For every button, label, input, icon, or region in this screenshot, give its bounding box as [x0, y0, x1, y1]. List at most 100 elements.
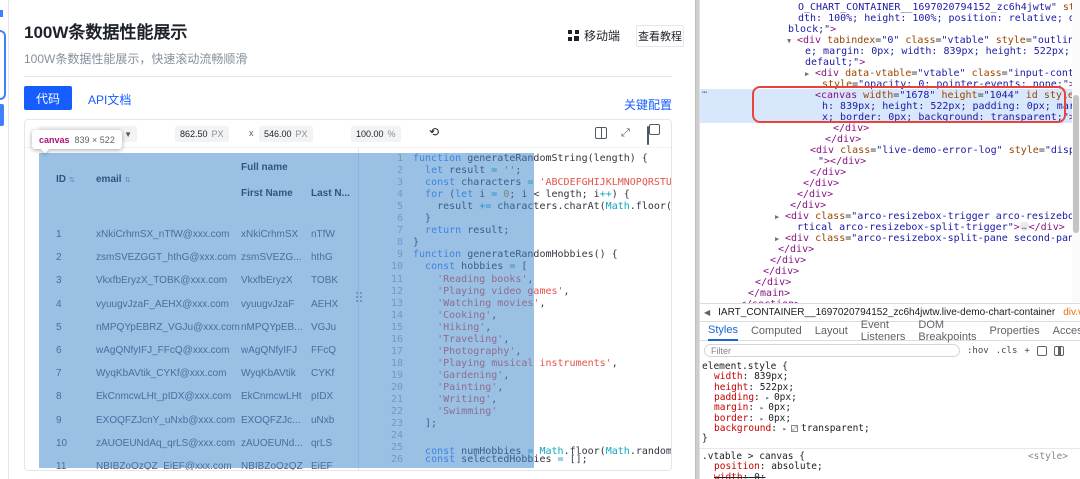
table-row[interactable]: 1xNkiCrhmSX_nTfW@xxx.comxNkiCrhmSXnTfW	[25, 205, 358, 228]
code-line[interactable]: 16 'Traveling',	[359, 334, 671, 346]
code-line[interactable]: 13 'Watching movies',	[359, 298, 671, 310]
code-line[interactable]: 25 const numHobbies = Math.floor(Math.ra…	[359, 442, 671, 454]
column-header-id[interactable]: ID⇅	[56, 174, 75, 185]
table-row[interactable]: 4vyuugvJzaF_AEHX@xxx.comvyuugvJzaFAEHX	[25, 275, 358, 298]
dom-tree-line[interactable]: </div>	[700, 189, 1072, 200]
code-editor[interactable]: 1function generateRandomString(length) {…	[359, 148, 671, 470]
code-line[interactable]: 6 }	[359, 213, 671, 225]
element-state-icon[interactable]	[1037, 346, 1047, 356]
fullscreen-expand-icon[interactable]: ⤢	[621, 127, 633, 139]
dom-tree-line[interactable]: </div>	[700, 244, 1072, 255]
breadcrumb-left-arrow-icon[interactable]: ◀	[704, 308, 710, 317]
devtools-tab-accessibility[interactable]: Accessibility	[1053, 322, 1080, 341]
dom-tree-line[interactable]: default;">	[700, 57, 1072, 68]
devtools-tab-properties[interactable]: Properties	[989, 322, 1039, 341]
dom-tree-line[interactable]: </div>	[700, 167, 1072, 178]
new-style-rule-icon[interactable]: +	[1024, 346, 1029, 356]
code-line[interactable]: 20 'Painting',	[359, 382, 671, 394]
code-line[interactable]: 17 'Photography',	[359, 346, 671, 358]
table-row[interactable]: 10zAUOEUNdAq_qrLS@xxx.comzAUOEUNd...qrLS	[25, 414, 358, 437]
rotate-screen-icon[interactable]: ⟲	[429, 125, 439, 139]
dom-tree-line[interactable]: style="opacity: 0; pointer-events: none;…	[700, 79, 1072, 90]
dom-tree-line[interactable]: h: 839px; height: 522px; padding: 0px; m…	[700, 101, 1072, 112]
code-line[interactable]: 2 let result = '';	[359, 165, 671, 177]
code-line[interactable]: 10 const hobbies = [	[359, 261, 671, 273]
devtools-tab-event-listeners[interactable]: Event Listeners	[861, 322, 906, 341]
copy-code-icon[interactable]	[647, 127, 659, 139]
tab-code[interactable]: 代码	[24, 86, 72, 110]
vtable-canvas[interactable]: ID⇅ email⇅ Full name First Name Last N..…	[25, 148, 358, 470]
sort-icon[interactable]: ⇅	[125, 177, 131, 184]
dom-tree-line[interactable]: </div>	[700, 266, 1072, 277]
height-input[interactable]: 546.00 PX	[259, 126, 313, 142]
table-row[interactable]: 11NBIBZoOzQZ_EiEF@xxx.comNBIBZoOzQZEiEF	[25, 437, 358, 460]
breadcrumb-div-vtable[interactable]: div.vtable	[1063, 307, 1080, 318]
styles-pane[interactable]: element.style {width: 839px;height: 522p…	[700, 360, 1080, 479]
view-tutorial-button[interactable]: 查看教程	[636, 25, 684, 47]
devtools-tab-layout[interactable]: Layout	[815, 322, 848, 341]
dom-tree-line[interactable]: </div>	[700, 200, 1072, 211]
table-row[interactable]: 7WyqKbAVtik_CYKf@xxx.comWyqKbAVtikCYKf	[25, 344, 358, 367]
code-line[interactable]: 24	[359, 430, 671, 442]
toggle-hover-state[interactable]: :hov	[967, 346, 989, 356]
table-row[interactable]: 2zsmSVEZGGT_hthG@xxx.comzsmSVEZG...hthG	[25, 228, 358, 251]
code-line[interactable]: 15 'Hiking',	[359, 322, 671, 334]
breadcrumb-container[interactable]: IART_CONTAINER__1697020794152_zc6h4jwtw.…	[718, 307, 1055, 318]
zoom-input[interactable]: 100.00 %	[351, 126, 401, 142]
scrollbar-thumb[interactable]	[1073, 95, 1079, 233]
code-line[interactable]: 1function generateRandomString(length) {	[359, 153, 671, 165]
dom-tree-line[interactable]: dth: 100%; height: 100%; position: relat…	[700, 13, 1072, 24]
dom-tree-line[interactable]: </div>	[700, 123, 1072, 134]
dom-tree-line[interactable]: </div>	[700, 134, 1072, 145]
code-line[interactable]: 18 'Playing musical instruments',	[359, 358, 671, 370]
width-input[interactable]: 862.50 PX	[175, 126, 229, 142]
code-line[interactable]: 14 'Cooking',	[359, 310, 671, 322]
toggle-classes[interactable]: .cls	[996, 346, 1018, 356]
code-line[interactable]: 7 return result;	[359, 225, 671, 237]
style-declaration[interactable]: background: ▸ transparent;	[700, 424, 1080, 434]
dom-tree-line[interactable]: block;">	[700, 24, 1072, 35]
dom-tree-line[interactable]: ▼<div tabindex="0" class="vtable" style=…	[700, 35, 1072, 46]
dom-tree-line[interactable]: ▶<div class="arco-resizebox-trigger arco…	[700, 211, 1072, 222]
style-rule-close[interactable]: }	[700, 434, 1080, 444]
styles-filter-input[interactable]	[704, 344, 960, 357]
code-line[interactable]: 9function generateRandomHobbies() {	[359, 249, 671, 261]
sort-icon[interactable]: ⇅	[69, 177, 75, 184]
code-line[interactable]: 26 const selectedHobbies = [];	[359, 454, 671, 466]
devtools-tab-computed[interactable]: Computed	[751, 322, 802, 341]
code-line[interactable]: 5 result += characters.charAt(Math.floor…	[359, 201, 671, 213]
table-row[interactable]: 6wAgQNfyIFJ_FFcQ@xxx.comwAgQNfyIFJFFcQ	[25, 321, 358, 344]
table-row[interactable]: 9EXOQFZJcnY_uNxb@xxx.comEXOQFZJc...uNxb	[25, 391, 358, 414]
code-line[interactable]: 11 'Reading books',	[359, 274, 671, 286]
table-row[interactable]: 8EkCnmcwLHt_pIDX@xxx.comEkCnmcwLHtpIDX	[25, 367, 358, 390]
devtools-tab-styles[interactable]: Styles	[708, 322, 738, 341]
column-header-firstname[interactable]: First Name	[241, 188, 293, 199]
key-config-link[interactable]: 关键配置	[624, 96, 672, 113]
code-line[interactable]: 4 for (let i = 0; i < length; i++) {	[359, 189, 671, 201]
table-row[interactable]: 5nMPQYpEBRZ_VGJu@xxx.comnMPQYpEB...VGJu	[25, 298, 358, 321]
dom-tree-line[interactable]: <canvas width="1678" height="1044" id st…	[700, 90, 1072, 101]
code-line[interactable]: 21 'Writing',	[359, 394, 671, 406]
tab-api-docs[interactable]: API文档	[88, 91, 131, 108]
sidebar-item-fragment[interactable]	[0, 104, 4, 126]
column-header-lastname[interactable]: Last N...	[311, 188, 350, 199]
dom-tree-line[interactable]: </div>	[700, 277, 1072, 288]
column-header-fullname[interactable]: Full name	[241, 162, 288, 173]
elements-tree[interactable]: ⋯ O_CHART_CONTAINER__1697020794152_zc6h4…	[700, 0, 1072, 303]
code-line[interactable]: 12 'Playing video games',	[359, 286, 671, 298]
dom-tree-line[interactable]: O_CHART_CONTAINER__1697020794152_zc6h4jw…	[700, 2, 1072, 13]
code-line[interactable]: 22 'Swimming'	[359, 406, 671, 418]
split-view-icon[interactable]	[595, 127, 607, 139]
dom-tree-line[interactable]: </main>	[700, 288, 1072, 299]
code-line[interactable]: 3 const characters = 'ABCDEFGHIJKLMNOPQR…	[359, 177, 671, 189]
dom-tree-line[interactable]: ▶<div data-vtable="vtable" class="input-…	[700, 68, 1072, 79]
dom-tree-line[interactable]: rtical arco-resizebox-split-trigger">…</…	[700, 222, 1072, 233]
dom-tree-line[interactable]: <div class="live-demo-error-log" style="…	[700, 145, 1072, 156]
code-line[interactable]: 19 'Gardening',	[359, 370, 671, 382]
code-line[interactable]: 8}	[359, 237, 671, 249]
style-declaration[interactable]: width: 0;	[700, 473, 1080, 479]
dom-tree-line[interactable]: </div>	[700, 255, 1072, 266]
devtools-tab-dom-breakpoints[interactable]: DOM Breakpoints	[918, 322, 976, 341]
dom-tree-line[interactable]: </div>	[700, 178, 1072, 189]
column-header-email[interactable]: email⇅	[96, 174, 130, 185]
